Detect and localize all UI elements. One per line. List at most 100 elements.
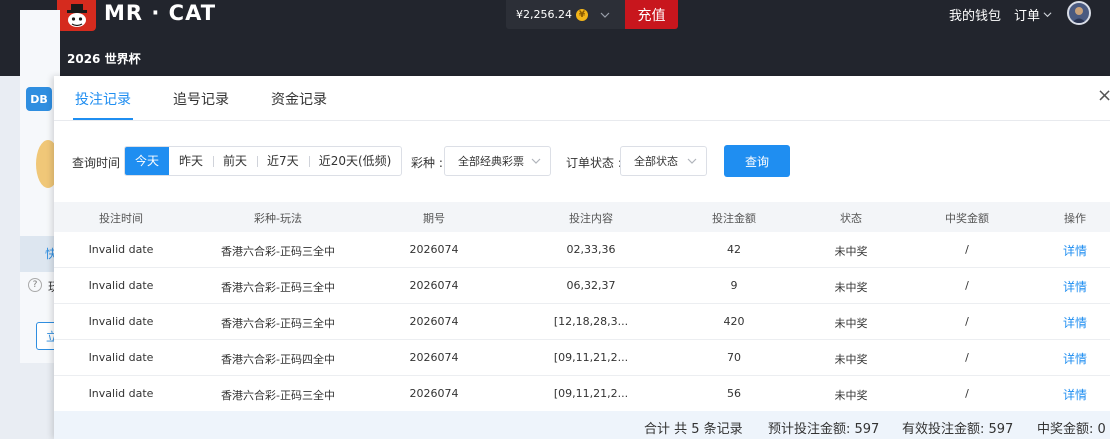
time-option-7days[interactable]: 近7天 <box>257 147 309 175</box>
lottery-select[interactable]: 全部经典彩票 <box>444 146 551 176</box>
winnings-cell: / <box>965 315 969 328</box>
table-row: Invalid date 香港六合彩-正码三全中 2026074 [09,11,21,… <box>54 376 1110 412</box>
winnings-cell: / <box>965 243 969 256</box>
records-modal: 投注记录 追号记录 资金记录 × 查询时间 : 今天 昨天 前天 近7天 近20… <box>54 76 1110 439</box>
summary-footer: 合计 共 5 条记录 预计投注金额: 597 有效投注金额: 597 中奖金额:… <box>54 411 1110 439</box>
table-row: Invalid date 香港六合彩-正码四全中 2026074 [09,11,21,… <box>54 340 1110 376</box>
time-range-selector: 今天 昨天 前天 近7天 近20天(低频) <box>124 146 403 176</box>
help-icon: ? <box>28 278 42 292</box>
status-cell: 未中奖 <box>834 317 868 330</box>
status-cell: 未中奖 <box>834 281 868 294</box>
column-header: 投注时间 <box>99 212 143 225</box>
winnings-cell: / <box>965 351 969 364</box>
details-link[interactable]: 详情 <box>1063 242 1087 259</box>
time-option-day-before[interactable]: 前天 <box>213 147 257 175</box>
table-row: Invalid date 香港六合彩-正码三全中 2026074 [12,18,28,… <box>54 304 1110 340</box>
records-tabs: 投注记录 追号记录 资金记录 × <box>54 76 1110 121</box>
bet-time-cell: Invalid date <box>88 315 154 328</box>
bet-content-cell: 02,33,36 <box>566 243 616 256</box>
game-play-cell: 香港六合彩-正码三全中 <box>221 389 335 402</box>
wallet-link[interactable]: 我的钱包 <box>949 5 1001 24</box>
bet-content-cell: [12,18,28,3... <box>553 315 629 328</box>
tab-bet-records[interactable]: 投注记录 <box>75 89 131 109</box>
issue-cell: 2026074 <box>409 279 459 292</box>
status-select-value: 全部状态 <box>634 155 678 168</box>
game-play-cell: 香港六合彩-正码三全中 <box>221 245 335 258</box>
winnings-cell: / <box>965 279 969 292</box>
game-play-cell: 香港六合彩-正码三全中 <box>221 281 335 294</box>
status-cell: 未中奖 <box>834 353 868 366</box>
column-header: 彩种-玩法 <box>254 212 302 225</box>
balance-dropdown[interactable]: ¥2,256.24 ¥ <box>506 0 625 29</box>
issue-cell: 2026074 <box>409 315 459 328</box>
chevron-down-icon <box>1043 12 1052 18</box>
orders-label: 订单 <box>1014 9 1041 24</box>
lottery-filter-label: 彩种 : <box>411 156 443 170</box>
top-navbar: MR · CAT 2026 世界杯 ¥2,256.24 ¥ 充值 我的钱包 订单 <box>0 0 1110 76</box>
table-row: Invalid date 香港六合彩-正码三全中 2026074 06,32,37 9 未… <box>54 268 1110 304</box>
bet-records-table: 投注时间 彩种-玩法 期号 投注内容 投注金额 状态 中奖金额 操作 Inval… <box>54 202 1110 412</box>
time-option-20days[interactable]: 近20天(低频) <box>308 147 402 175</box>
table-row: Invalid date 香港六合彩-正码三全中 2026074 02,33,36 42… <box>54 232 1110 268</box>
bet-amount-cell: 9 <box>730 279 738 292</box>
summary-winnings: 中奖金额: 0 <box>1037 422 1106 437</box>
column-header: 投注内容 <box>569 212 613 225</box>
issue-cell: 2026074 <box>409 387 459 400</box>
close-icon[interactable]: × <box>1097 87 1110 105</box>
chevron-down-icon <box>600 12 610 18</box>
query-button[interactable]: 查询 <box>724 145 790 177</box>
recharge-button[interactable]: 充值 <box>625 0 678 29</box>
coin-icon: ¥ <box>575 8 588 21</box>
bet-amount-cell: 70 <box>727 351 741 364</box>
logo-icon[interactable] <box>57 0 96 31</box>
bet-content-cell: 06,32,37 <box>566 279 616 292</box>
filter-bar: 查询时间 : 今天 昨天 前天 近7天 近20天(低频) 彩种 : 全部经典彩票… <box>54 145 1110 178</box>
summary-effective-amount: 有效投注金额: 597 <box>902 422 1014 437</box>
bet-time-cell: Invalid date <box>88 279 154 292</box>
active-tab-indicator <box>73 118 133 120</box>
bet-amount-cell: 56 <box>727 387 741 400</box>
column-header: 中奖金额 <box>945 212 989 225</box>
column-header: 操作 <box>1064 212 1086 225</box>
logo-text[interactable]: MR · CAT <box>104 0 216 26</box>
bet-time-cell: Invalid date <box>88 351 154 364</box>
bet-content-cell: [09,11,21,2... <box>553 351 629 364</box>
tab-fund-records[interactable]: 资金记录 <box>271 89 327 109</box>
bet-amount-cell: 420 <box>723 315 745 328</box>
column-header: 状态 <box>840 212 862 225</box>
worldcup-nav-link[interactable]: 2026 世界杯 <box>67 50 141 67</box>
issue-cell: 2026074 <box>409 351 459 364</box>
issue-cell: 2026074 <box>409 243 459 256</box>
winnings-cell: / <box>965 387 969 400</box>
column-header: 投注金额 <box>712 212 756 225</box>
details-link[interactable]: 详情 <box>1063 386 1087 403</box>
time-option-yesterday[interactable]: 昨天 <box>169 147 213 175</box>
status-cell: 未中奖 <box>834 245 868 258</box>
chevron-down-icon <box>687 158 697 164</box>
chevron-down-icon <box>531 158 541 164</box>
orders-dropdown[interactable]: 订单 <box>1014 5 1052 24</box>
status-select[interactable]: 全部状态 <box>620 146 707 176</box>
bet-content-cell: [09,11,21,2... <box>553 387 629 400</box>
time-filter-label: 查询时间 : <box>72 156 128 170</box>
details-link[interactable]: 详情 <box>1063 278 1087 295</box>
details-link[interactable]: 详情 <box>1063 314 1087 331</box>
time-option-today[interactable]: 今天 <box>125 147 170 175</box>
summary-total: 合计 共 5 条记录 <box>644 422 743 437</box>
bet-time-cell: Invalid date <box>88 243 154 256</box>
bet-amount-cell: 42 <box>727 243 741 256</box>
game-play-cell: 香港六合彩-正码四全中 <box>221 353 335 366</box>
summary-expected-amount: 预计投注金额: 597 <box>768 422 880 437</box>
table-header: 投注时间 彩种-玩法 期号 投注内容 投注金额 状态 中奖金额 操作 <box>54 202 1110 232</box>
status-cell: 未中奖 <box>834 389 868 402</box>
lottery-select-value: 全部经典彩票 <box>458 155 524 168</box>
status-filter-label: 订单状态 : <box>566 156 622 170</box>
balance-amount: ¥2,256.24 <box>516 8 572 21</box>
game-play-cell: 香港六合彩-正码三全中 <box>221 317 335 330</box>
tab-chase-records[interactable]: 追号记录 <box>173 89 229 109</box>
column-header: 期号 <box>423 212 445 225</box>
table-body: Invalid date 香港六合彩-正码三全中 2026074 02,33,36 42… <box>54 232 1110 412</box>
user-avatar[interactable] <box>1067 1 1091 25</box>
bet-time-cell: Invalid date <box>88 387 154 400</box>
details-link[interactable]: 详情 <box>1063 350 1087 367</box>
